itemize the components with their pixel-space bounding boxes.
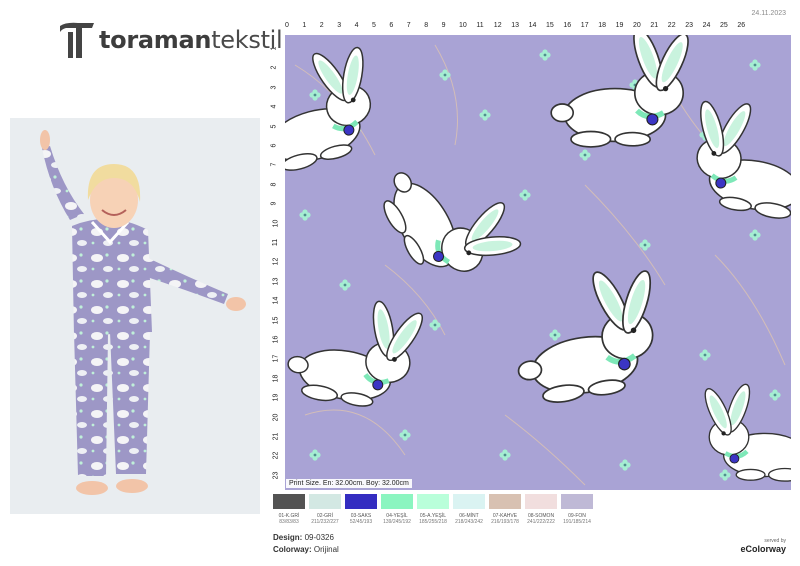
- ruler-top-tick: 13: [511, 22, 519, 29]
- color-chip-rgb: 139/245/192: [383, 519, 411, 525]
- ruler-top-tick: 26: [737, 22, 746, 29]
- ruler-top-tick: 0: [285, 22, 289, 29]
- colorway-label: Colorway:: [273, 545, 312, 554]
- color-chip-rgb: 218/243/242: [455, 519, 483, 525]
- design-info: Design: 09-0326 Colorway: Orijinal: [273, 532, 339, 556]
- ruler-top-tick: 1: [302, 22, 307, 29]
- color-chip: 07-KAHVE 216/193/178: [489, 494, 521, 525]
- ruler-left-tick: 10: [272, 219, 280, 227]
- brand-logo: toramantekstil: [58, 18, 283, 62]
- color-chip: 06-MİNT 218/243/242: [453, 494, 485, 525]
- ruler-left-tick: 11: [272, 238, 280, 247]
- color-chip-rgb: 83/83/83: [279, 519, 299, 525]
- brand-name-bold: toraman: [99, 26, 212, 54]
- ruler-top-tick: 15: [546, 22, 554, 29]
- ruler-top-tick: 19: [615, 22, 624, 29]
- ruler-left-tick: 5: [270, 124, 278, 129]
- color-chip: 02-GRİ 211/232/227: [309, 494, 341, 525]
- ruler-left-tick: 22: [272, 451, 280, 460]
- toraman-logo-icon: [60, 22, 94, 58]
- ruler-left-tick: 18: [272, 374, 280, 383]
- color-palette: 01-K.GRİ 83/83/83 02-GRİ 211/232/227 03-SAKS…: [273, 494, 593, 525]
- ruler-top-tick: 11: [476, 22, 484, 29]
- pattern-swatch: [285, 35, 791, 490]
- ruler-left-tick: 16: [272, 335, 280, 344]
- color-chip-swatch: [345, 494, 377, 509]
- ruler-top-tick: 4: [354, 22, 359, 29]
- color-chip-swatch: [561, 494, 593, 509]
- color-chip: 05-A.YEŞİL 185/255/218: [417, 494, 449, 525]
- ruler-top-tick: 6: [389, 22, 394, 29]
- ruler-top-tick: 21: [650, 22, 659, 29]
- document-date: 24.11.2023: [751, 10, 786, 17]
- ruler-left-tick: 9: [270, 201, 278, 206]
- served-by-badge: served by eColorway: [740, 538, 786, 554]
- ruler-top-tick: 8: [424, 22, 429, 29]
- ruler-top-tick: 23: [685, 22, 693, 29]
- ruler-left-tick: 8: [270, 182, 278, 187]
- design-value: 09-0326: [304, 533, 334, 542]
- ruler-left-tick: 20: [272, 413, 280, 421]
- color-chip-swatch: [417, 494, 449, 509]
- ruler-left-tick: 19: [272, 393, 280, 402]
- ruler-top: 0 1 2 3 4 5 6 7 8 9 10 11 12 13 14 15 16 17 18 19 20 21 22 23 24…: [285, 22, 791, 34]
- ruler-top-tick: 10: [459, 22, 467, 29]
- ruler-left-tick: 2: [270, 65, 278, 70]
- color-chip-swatch: [489, 494, 521, 509]
- ruler-top-tick: 3: [337, 22, 342, 29]
- color-chip-rgb: 216/193/178: [491, 519, 519, 525]
- color-chip: 08-SOMON 241/222/222: [525, 494, 557, 525]
- color-chip-rgb: 191/185/214: [563, 519, 591, 525]
- ruler-left-tick: 3: [270, 85, 278, 90]
- ruler-left: 1 2 3 4 5 6 7 8 9 10 11 12 13 14 15 16 17 18 19 20 21 22 23: [270, 35, 284, 490]
- ruler-left-tick: 21: [272, 432, 280, 441]
- color-chip-rgb: 185/255/218: [419, 519, 447, 525]
- ruler-left-tick: 13: [272, 277, 280, 286]
- ruler-top-tick: 25: [720, 22, 728, 29]
- ruler-top-tick: 16: [563, 22, 572, 29]
- design-label: Design:: [273, 533, 303, 542]
- ruler-left-tick: 12: [272, 257, 280, 266]
- color-chip-swatch: [273, 494, 305, 509]
- print-size-label: Print Size. En: 32.00cm. Boy: 32.00cm: [286, 479, 412, 488]
- color-chip-rgb: 241/222/222: [527, 519, 555, 525]
- ruler-top-tick: 24: [702, 22, 711, 29]
- color-chip-swatch: [309, 494, 341, 509]
- ruler-left-tick: 17: [272, 354, 280, 363]
- ruler-top-tick: 7: [406, 22, 411, 29]
- colorway-value: Orijinal: [313, 545, 339, 554]
- color-chip-rgb: 211/232/227: [311, 519, 339, 525]
- ruler-left-tick: 4: [270, 104, 278, 109]
- ruler-top-tick: 17: [580, 22, 589, 29]
- ruler-left-tick: 7: [270, 162, 278, 167]
- color-chip-swatch: [453, 494, 485, 509]
- ruler-top-tick: 12: [493, 22, 502, 29]
- product-photo: [10, 118, 260, 514]
- color-chip-rgb: 52/45/193: [349, 519, 373, 525]
- ruler-left-tick: 14: [272, 296, 280, 305]
- color-chip: 01-K.GRİ 83/83/83: [273, 494, 305, 525]
- ruler-top-tick: 22: [667, 22, 676, 29]
- ruler-top-tick: 5: [372, 22, 376, 29]
- ruler-left-tick: 6: [270, 143, 278, 148]
- ruler-top-tick: 9: [441, 22, 446, 29]
- ruler-top-tick: 2: [319, 22, 324, 29]
- ecolorway-logo: eColorway: [740, 544, 786, 554]
- color-chip: 09-FON 191/185/214: [561, 494, 593, 525]
- ruler-left-tick: 23: [272, 471, 280, 480]
- ruler-top-tick: 20: [633, 22, 641, 29]
- color-chip: 04-YEŞİL 139/245/192: [381, 494, 413, 525]
- color-chip: 03-SAKS 52/45/193: [345, 494, 377, 525]
- ruler-left-tick: 1: [270, 46, 278, 51]
- ruler-top-tick: 18: [598, 22, 606, 29]
- color-chip-swatch: [381, 494, 413, 509]
- ruler-top-tick: 14: [528, 22, 537, 29]
- ruler-left-tick: 15: [272, 316, 280, 324]
- color-chip-swatch: [525, 494, 557, 509]
